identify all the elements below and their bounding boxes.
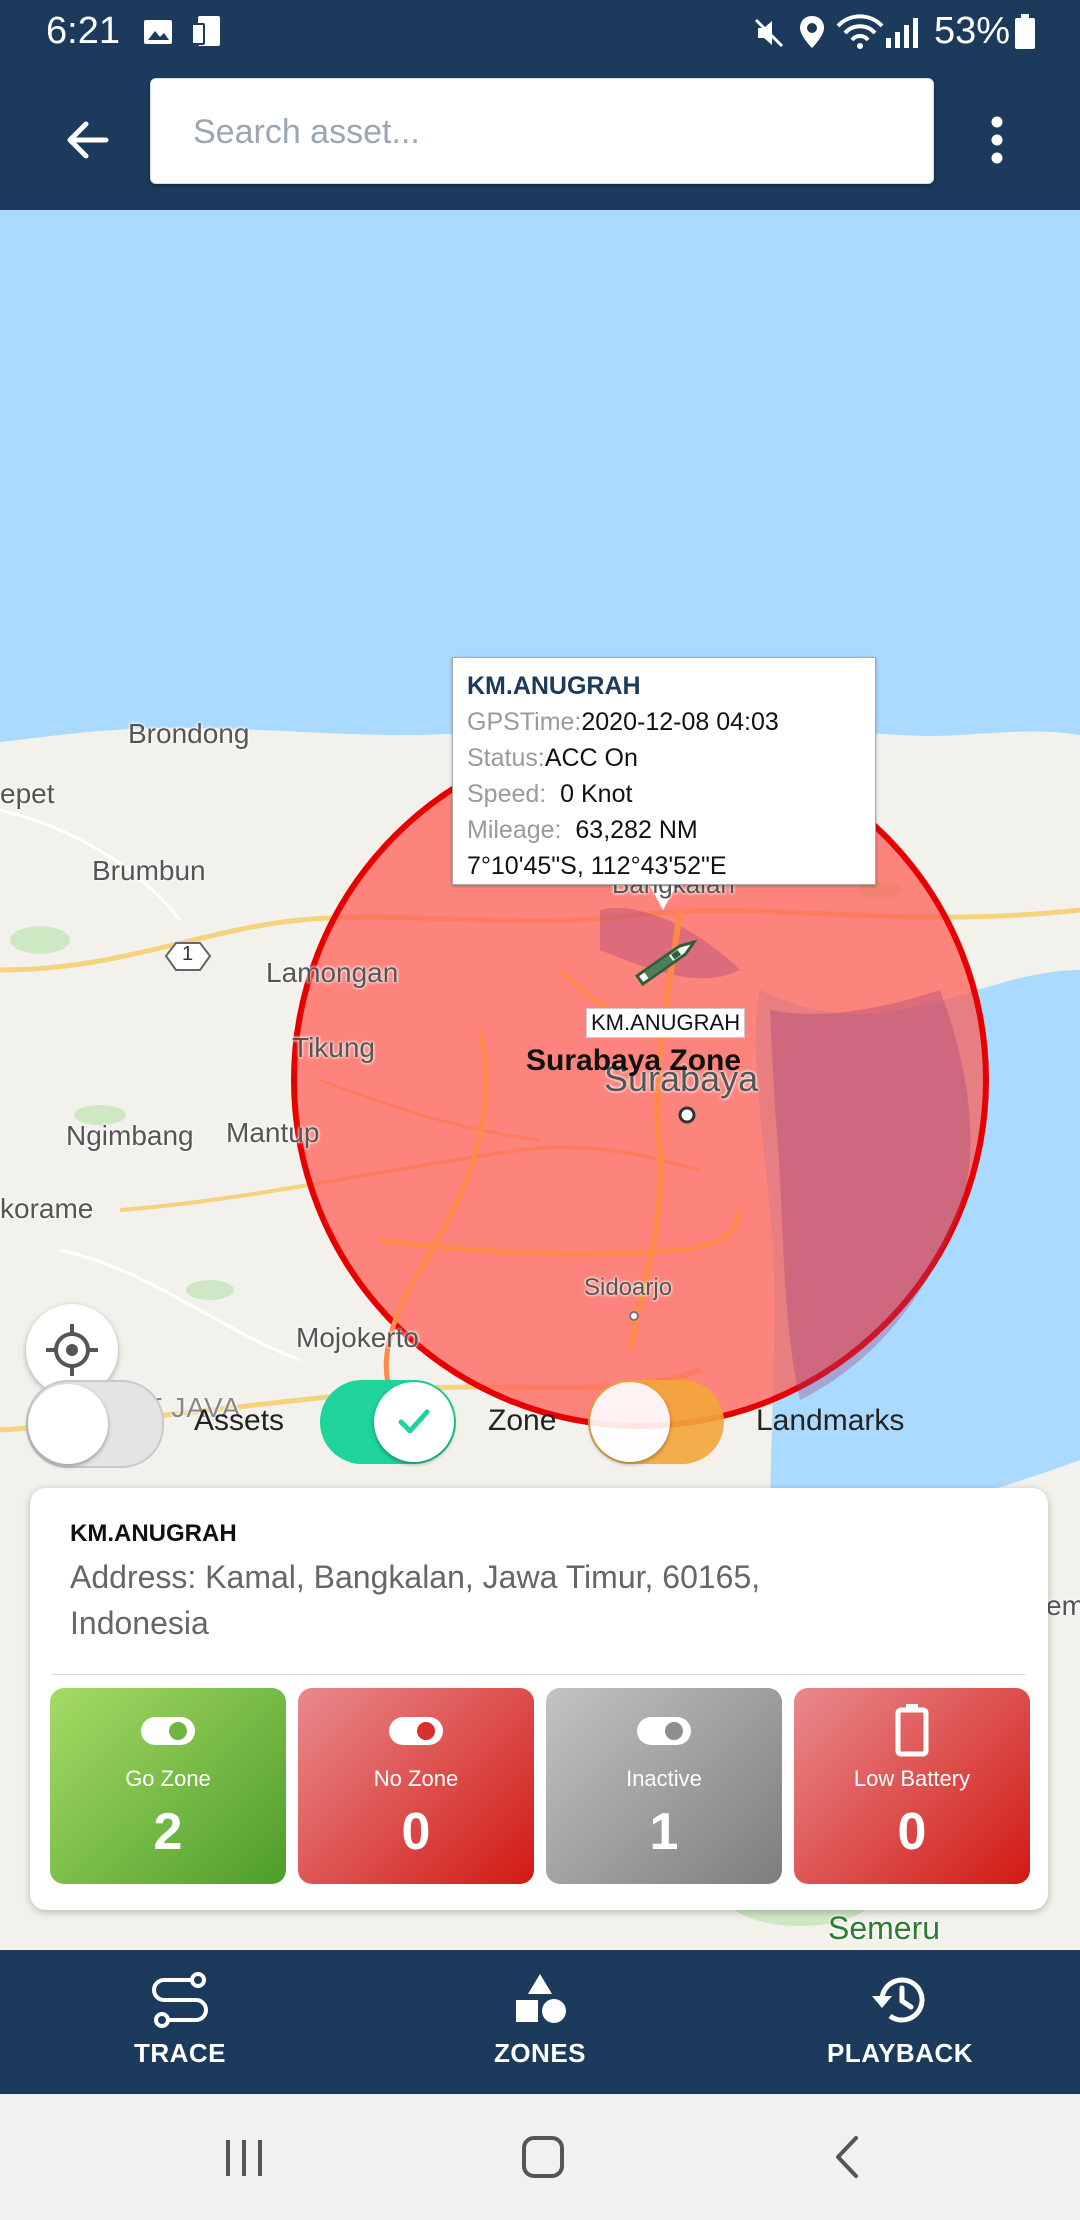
route-shield-label: 1	[182, 943, 194, 965]
back-arrow-icon[interactable]	[64, 116, 112, 164]
popup-mileage-label: Mileage:	[467, 816, 562, 844]
popup-mileage-value: 63,282 NM	[575, 816, 698, 844]
status-bar: 6:21 53%	[0, 0, 1080, 66]
asset-card-name: KM.ANUGRAH	[70, 1520, 237, 1547]
wifi-icon	[836, 14, 884, 49]
map-label-sidoarjo: Sidoarjo	[584, 1274, 673, 1301]
card-divider	[52, 1674, 1026, 1675]
zone-toggle-label: Zone	[488, 1404, 557, 1437]
stat-go-zone-value: 2	[153, 1803, 183, 1861]
nav-playback[interactable]: PLAYBACK	[750, 1950, 1050, 2094]
assets-toggle-knob	[28, 1384, 108, 1464]
zone-name-label: Surabaya Zone	[526, 1044, 742, 1077]
more-vert-icon[interactable]	[982, 112, 1012, 168]
search-box[interactable]	[150, 78, 934, 185]
toggle-off-icon	[389, 1717, 443, 1745]
map-label-brumbun: Brumbun	[92, 855, 206, 886]
popup-speed-label: Speed:	[467, 780, 547, 808]
map-label-epet: epet	[0, 778, 55, 809]
battery-icon	[1015, 14, 1035, 49]
status-time: 6:21	[46, 10, 120, 52]
device-icon	[191, 16, 220, 46]
battery-percent: 53%	[933, 10, 1010, 52]
stat-low-battery-label: Low Battery	[853, 1766, 971, 1791]
stat-no-zone-value: 0	[401, 1803, 431, 1861]
image-icon	[144, 20, 172, 44]
system-back-icon[interactable]	[830, 2134, 862, 2180]
stat-tile-go-zone[interactable]: Go Zone 2	[50, 1688, 286, 1884]
popup-gps-label: GPSTime:	[467, 708, 582, 736]
popup-coordinates: 7°10'45"S, 112°43'52"E	[467, 852, 727, 880]
recent-apps-icon[interactable]	[222, 2138, 266, 2178]
map-label-semeru: Semeru	[828, 1910, 941, 1946]
nav-trace[interactable]: TRACE	[30, 1950, 330, 2094]
asset-info-popup: KM.ANUGRAH GPSTime:2020-12-08 04:03 Stat…	[452, 657, 876, 885]
ship-marker-icon[interactable]	[628, 930, 706, 992]
system-navigation-bar	[0, 2094, 1080, 2220]
search-input[interactable]	[191, 79, 895, 185]
zone-toggle[interactable]	[320, 1380, 456, 1464]
assets-toggle[interactable]	[26, 1380, 164, 1468]
home-icon[interactable]	[520, 2134, 566, 2180]
stat-no-zone-label: No Zone	[373, 1766, 459, 1791]
map-label-mojokerto: Mojokerto	[296, 1322, 419, 1353]
map-label-brondong: Brondong	[128, 718, 250, 749]
stat-tile-inactive[interactable]: Inactive 1	[546, 1688, 782, 1884]
map-label-mantup: Mantup	[226, 1117, 320, 1148]
popup-status-label: Status:	[467, 744, 545, 772]
popup-title: KM.ANUGRAH	[467, 672, 641, 700]
crosshair-icon	[46, 1324, 98, 1376]
shapes-icon	[516, 1974, 566, 2023]
popup-speed-value: 0 Knot	[560, 780, 633, 808]
toggle-icon	[637, 1717, 691, 1745]
nav-zones-label: ZONES	[493, 2038, 587, 2068]
zone-toggle-knob	[374, 1382, 454, 1462]
asset-map-label: KM.ANUGRAH	[586, 1008, 746, 1038]
mute-icon	[754, 18, 784, 48]
stat-tile-no-zone[interactable]: No Zone 0	[298, 1688, 534, 1884]
signal-icon	[886, 18, 918, 48]
stat-low-battery-value: 0	[897, 1803, 927, 1861]
route-icon	[152, 1972, 208, 2028]
popup-status-value: ACC On	[544, 744, 638, 772]
battery-outline-icon	[895, 1704, 929, 1757]
stat-inactive-label: Inactive	[626, 1766, 702, 1791]
map-label-korame: korame	[0, 1193, 94, 1224]
bottom-navigation: TRACE ZONES PLAYBACK	[0, 1950, 1080, 2094]
stat-inactive-value: 1	[649, 1803, 679, 1861]
map-label-edge: em	[1046, 1590, 1080, 1621]
stat-go-zone-label: Go Zone	[125, 1766, 211, 1791]
stat-tile-low-battery[interactable]: Low Battery 0	[794, 1688, 1030, 1884]
nav-playback-label: PLAYBACK	[826, 2038, 974, 2068]
check-icon	[398, 1409, 430, 1434]
map-label-ngimbang: Ngimbang	[66, 1120, 194, 1151]
landmarks-toggle-label: Landmarks	[756, 1404, 905, 1437]
landmarks-toggle[interactable]	[588, 1380, 724, 1464]
history-icon	[872, 1977, 925, 2023]
map-label-tikung: Tikung	[292, 1032, 376, 1063]
toggle-on-icon	[141, 1717, 195, 1745]
asset-card-address: Address: Kamal, Bangkalan, Jawa Timur, 6…	[70, 1559, 761, 1641]
nav-zones[interactable]: ZONES	[390, 1950, 690, 2094]
map-label-lamongan: Lamongan	[266, 957, 399, 988]
popup-gps-value: 2020-12-08 04:03	[581, 708, 779, 736]
assets-toggle-label: Assets	[194, 1404, 285, 1437]
nav-trace-label: TRACE	[133, 2038, 227, 2068]
location-icon	[800, 16, 824, 48]
landmarks-toggle-knob	[590, 1382, 670, 1462]
